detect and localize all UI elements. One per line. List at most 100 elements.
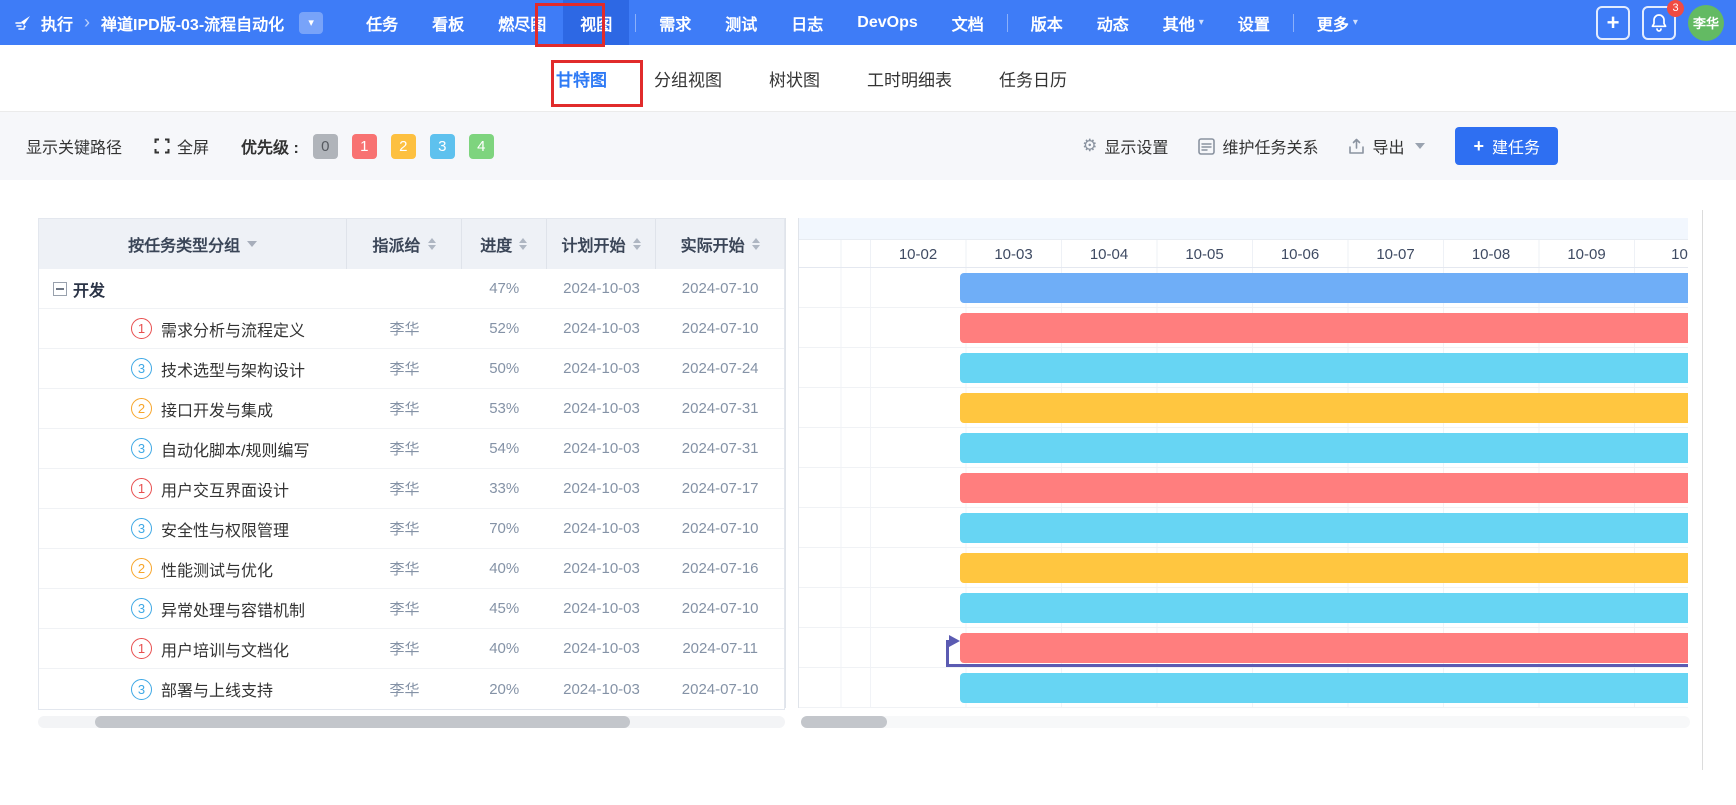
view-tabbar: 甘特图 分组视图 树状图 工时明细表 任务日历 (0, 45, 1736, 112)
progress-cell: 33% (489, 480, 520, 497)
task-name[interactable]: 安全性与权限管理 (161, 517, 289, 541)
gantt-row (799, 468, 1688, 508)
tab-树状图[interactable]: 树状图 (769, 66, 820, 91)
table-row[interactable]: 2 接口开发与集成 李华 53% 2024-10-03 2024-07-31 (39, 389, 784, 429)
gantt-hscrollbar-track[interactable] (801, 716, 1690, 728)
nav-item-其他[interactable]: 其他 ▾ (1146, 0, 1221, 45)
dependency-arrow-icon (949, 635, 960, 647)
table-hscrollbar-thumb[interactable] (95, 716, 630, 728)
gantt-bar[interactable] (960, 593, 1688, 623)
actual-start-cell: 2024-07-16 (681, 560, 759, 577)
priority-badge-2[interactable]: 2 (390, 133, 416, 159)
column-header-progress[interactable]: 进度 (462, 219, 547, 269)
gantt-bar[interactable] (960, 553, 1688, 583)
avatar[interactable]: 李华 (1688, 4, 1724, 41)
tab-分组视图[interactable]: 分组视图 (654, 66, 722, 91)
nav-item-任务[interactable]: 任务 (349, 0, 415, 45)
collapse-icon[interactable] (53, 281, 67, 296)
gantt-row (799, 428, 1688, 468)
nav-item-label: 测试 (725, 16, 758, 34)
table-row[interactable]: 1 需求分析与流程定义 李华 52% 2024-10-03 2024-07-10 (39, 309, 784, 349)
priority-badge-3[interactable]: 3 (429, 133, 455, 159)
task-name[interactable]: 接口开发与集成 (161, 397, 273, 421)
gantt-bar[interactable] (960, 513, 1688, 543)
nav-item-设置[interactable]: 设置 (1221, 0, 1287, 45)
nav-item-测试[interactable]: 测试 (708, 0, 774, 45)
breadcrumb-project[interactable]: 禅道IPD版-03-流程自动化 (101, 11, 284, 35)
nav-item-DevOps[interactable]: DevOps (840, 0, 934, 45)
timeline-date-label: 10-04 (1089, 246, 1129, 263)
gantt-bar[interactable] (960, 273, 1688, 303)
chevron-down-icon: ▾ (1352, 17, 1358, 28)
table-hscrollbar-track[interactable] (38, 716, 785, 728)
gantt-hscrollbar-thumb[interactable] (801, 716, 887, 728)
nav-item-更多[interactable]: 更多 ▾ (1300, 0, 1375, 45)
export-button[interactable]: 导出 (1348, 134, 1426, 158)
display-settings-button[interactable]: ⚙ 显示设置 (1082, 134, 1168, 158)
gear-icon: ⚙ (1082, 136, 1098, 155)
gantt-bar[interactable] (960, 633, 1688, 663)
sort-desc-icon (632, 245, 641, 250)
fullscreen-button[interactable]: 全屏 (154, 134, 209, 158)
task-name[interactable]: 技术选型与架构设计 (161, 357, 305, 381)
column-header-actual-start[interactable]: 实际开始 (656, 219, 784, 269)
nav-divider (1292, 13, 1294, 32)
nav-item-版本[interactable]: 版本 (1014, 0, 1080, 45)
assignee-cell: 李华 (389, 561, 420, 578)
table-row[interactable]: 1 用户交互界面设计 李华 33% 2024-10-03 2024-07-17 (39, 469, 784, 509)
table-row[interactable]: 3 自动化脚本/规则编写 李华 54% 2024-10-03 2024-07-31 (39, 429, 784, 469)
gantt-bar[interactable] (960, 673, 1688, 703)
priority-badge-1[interactable]: 1 (351, 133, 377, 159)
column-header-assignee[interactable]: 指派给 (347, 219, 462, 269)
nav-item-燃尽图[interactable]: 燃尽图 (481, 0, 563, 45)
priority-badge-0[interactable]: 0 (312, 133, 338, 159)
nav-item-label: 任务 (366, 16, 399, 34)
task-name[interactable]: 用户培训与文档化 (161, 637, 289, 661)
tab-任务日历[interactable]: 任务日历 (999, 66, 1067, 91)
table-row[interactable]: 1 用户培训与文档化 李华 40% 2024-10-03 2024-07-11 (39, 629, 784, 669)
column-header-group-by[interactable]: 按任务类型分组 (39, 219, 348, 269)
table-gantt-splitter[interactable] (785, 218, 799, 708)
breadcrumb-section[interactable]: 执行 (41, 11, 73, 35)
task-name[interactable]: 部署与上线支持 (161, 677, 273, 701)
show-critical-path-toggle[interactable]: 显示关键路径 (26, 134, 122, 158)
table-row[interactable]: 3 技术选型与架构设计 李华 50% 2024-10-03 2024-07-24 (39, 349, 784, 389)
notifications-button[interactable]: 3 (1642, 0, 1684, 40)
task-name[interactable]: 性能测试与优化 (161, 557, 273, 581)
gantt-bar[interactable] (960, 393, 1688, 423)
task-name[interactable]: 用户交互界面设计 (161, 477, 289, 501)
nav-item-动态[interactable]: 动态 (1080, 0, 1146, 45)
nav-item-需求[interactable]: 需求 (642, 0, 708, 45)
column-header-label: 指派给 (372, 238, 421, 255)
gantt-bar[interactable] (960, 313, 1688, 343)
priority-badge-4[interactable]: 4 (468, 133, 494, 159)
tab-工时明细表[interactable]: 工时明细表 (867, 66, 952, 91)
gantt-timeline-header: 10-02 10-03 10-04 10-05 10-06 10-07 10-08 10-09… (799, 218, 1688, 268)
nav-item-文档[interactable]: 文档 (935, 0, 1001, 45)
tab-甘特图[interactable]: 甘特图 (556, 66, 607, 91)
gantt-bar[interactable] (960, 353, 1688, 383)
nav-item-看板[interactable]: 看板 (415, 0, 481, 45)
create-task-button[interactable]: + 建任务 (1455, 127, 1558, 165)
sort-icon (519, 238, 528, 250)
column-header-planned-start[interactable]: 计划开始 (547, 219, 657, 269)
table-row[interactable]: 3 安全性与权限管理 李华 70% 2024-10-03 2024-07-10 (39, 509, 784, 549)
maintain-relations-button[interactable]: 维护任务关系 (1198, 134, 1318, 158)
gantt-bar[interactable] (960, 473, 1688, 503)
project-switcher-caret-icon[interactable]: ▾ (299, 11, 324, 34)
task-name[interactable]: 自动化脚本/规则编写 (161, 437, 309, 461)
nav-item-视图[interactable]: 视图 (563, 0, 630, 45)
table-row[interactable]: 2 性能测试与优化 李华 40% 2024-10-03 2024-07-16 (39, 549, 784, 589)
nav-item-label: 版本 (1030, 16, 1063, 34)
table-row[interactable]: 3 部署与上线支持 李华 20% 2024-10-03 2024-07-10 (39, 669, 784, 709)
quick-create-button[interactable]: + (1596, 5, 1630, 40)
nav-item-日志[interactable]: 日志 (774, 0, 840, 45)
nav-item-label: 视图 (580, 16, 613, 34)
task-name[interactable]: 异常处理与容错机制 (161, 597, 305, 621)
task-name[interactable]: 需求分析与流程定义 (161, 317, 305, 341)
gantt-body (799, 268, 1688, 708)
table-row[interactable]: 开发 47% 2024-10-03 2024-07-10 (39, 269, 784, 309)
priority-label: 优先级 : (241, 140, 299, 157)
table-row[interactable]: 3 异常处理与容错机制 李华 45% 2024-10-03 2024-07-10 (39, 589, 784, 629)
gantt-bar[interactable] (960, 433, 1688, 463)
